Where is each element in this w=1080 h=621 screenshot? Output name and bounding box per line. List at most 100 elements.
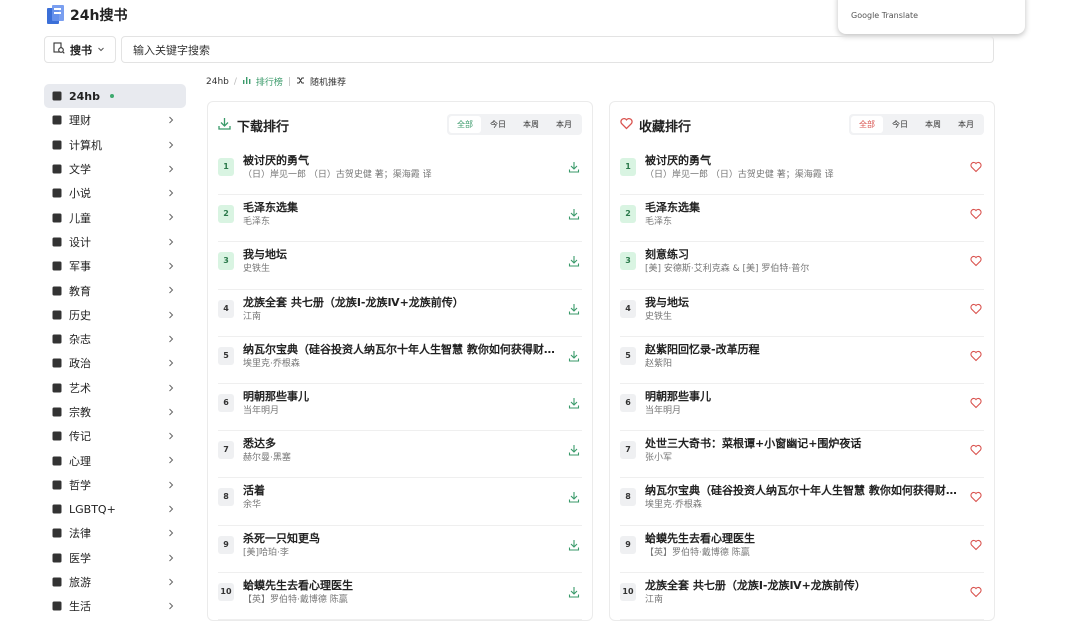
list-item[interactable]: 2 毛泽东选集 毛泽东 <box>620 195 984 243</box>
sidebar-item[interactable]: 医学 <box>44 546 186 570</box>
book-title[interactable]: 赵紫阳回忆录-改革历程 <box>645 341 963 357</box>
list-item[interactable]: 6 明朝那些事儿 当年明月 <box>620 384 984 432</box>
tab-month[interactable]: 本月 <box>548 116 580 133</box>
list-item[interactable]: 10 龙族全套 共七册（龙族Ⅰ-龙族Ⅳ+龙族前传） 江南 <box>620 573 984 620</box>
sidebar-item[interactable]: 计算机 <box>44 133 186 157</box>
download-icon[interactable] <box>568 252 580 267</box>
book-title[interactable]: 毛泽东选集 <box>243 199 561 215</box>
heart-icon[interactable] <box>970 347 982 362</box>
book-title[interactable]: 明朝那些事儿 <box>243 388 561 404</box>
sidebar-item[interactable]: 小说 <box>44 181 186 205</box>
sidebar-item[interactable]: 历史 <box>44 303 186 327</box>
heart-icon[interactable] <box>970 536 982 550</box>
list-item[interactable]: 9 蛤蟆先生去看心理医生 【英】罗伯特·戴博德 陈赢 <box>620 526 984 573</box>
heart-icon[interactable] <box>970 441 982 456</box>
breadcrumb-ranking[interactable]: 排行榜 <box>256 75 283 88</box>
book-title[interactable]: 龙族全套 共七册（龙族Ⅰ-龙族Ⅳ+龙族前传） <box>243 294 561 310</box>
list-item[interactable]: 7 悉达多 赫尔曼·黑塞 <box>218 431 582 479</box>
sidebar-item[interactable]: 设计 <box>44 230 186 254</box>
download-icon[interactable] <box>568 300 580 315</box>
heart-icon[interactable] <box>970 205 982 220</box>
search-input[interactable]: 输入关键字搜索 <box>121 36 994 63</box>
download-icon[interactable] <box>568 488 580 503</box>
logo[interactable]: 24h搜书 <box>46 4 127 26</box>
doctor-icon <box>50 551 63 564</box>
list-item[interactable]: 2 毛泽东选集 毛泽东 <box>218 195 582 243</box>
list-item[interactable]: 3 刻意练习 [美] 安德斯·艾利克森 & [美] 罗伯特·普尔 <box>620 242 984 290</box>
list-item[interactable]: 5 赵紫阳回忆录-改革历程 赵紫阳 <box>620 337 984 384</box>
book-title[interactable]: 纳瓦尔宝典（硅谷投资人纳瓦尔十年人生智慧 教你如何获得财富与幸福） <box>645 482 963 498</box>
book-title[interactable]: 毛泽东选集 <box>645 199 963 215</box>
tab-month[interactable]: 本月 <box>950 116 982 133</box>
sidebar-item[interactable]: 文学 <box>44 157 186 181</box>
heart-icon[interactable] <box>970 158 982 173</box>
sidebar-item[interactable]: 艺术 <box>44 376 186 400</box>
download-icon[interactable] <box>568 347 580 362</box>
book-title[interactable]: 我与地坛 <box>243 246 561 262</box>
sidebar-item[interactable]: 儿童 <box>44 205 186 229</box>
list-item[interactable]: 10 蛤蟆先生去看心理医生 【英】罗伯特·戴博德 陈赢 <box>218 573 582 620</box>
book-title[interactable]: 处世三大奇书：菜根谭+小窗幽记+围炉夜话 <box>645 435 963 451</box>
google-translate-popup[interactable]: Google Translate <box>838 0 1025 34</box>
sidebar-item[interactable]: 宗教 <box>44 400 186 424</box>
book-title[interactable]: 蛤蟆先生去看心理医生 <box>645 530 963 546</box>
sidebar-item[interactable]: 传记 <box>44 424 186 448</box>
download-icon[interactable] <box>568 394 580 409</box>
sidebar-item[interactable]: 法律 <box>44 521 186 545</box>
heart-icon[interactable] <box>970 583 982 597</box>
tab-today[interactable]: 今日 <box>884 116 916 133</box>
book-title[interactable]: 纳瓦尔宝典（硅谷投资人纳瓦尔十年人生智慧 教你如何获得财富与幸福） <box>243 341 561 357</box>
sidebar-item[interactable]: 教育 <box>44 278 186 302</box>
book-title[interactable]: 刻意练习 <box>645 246 963 262</box>
search-type-select[interactable]: 搜书 <box>44 36 116 63</box>
download-icon[interactable] <box>568 441 580 456</box>
book-title[interactable]: 被讨厌的勇气 <box>645 152 963 168</box>
sidebar-item[interactable]: 政治 <box>44 351 186 375</box>
list-item[interactable]: 8 纳瓦尔宝典（硅谷投资人纳瓦尔十年人生智慧 教你如何获得财富与幸福） 埃里克·乔根… <box>620 478 984 526</box>
book-title[interactable]: 悉达多 <box>243 435 561 451</box>
heart-icon[interactable] <box>970 394 982 409</box>
heart-icon[interactable] <box>970 252 982 267</box>
list-item[interactable]: 1 被讨厌的勇气 （日）岸见一郎 （日）古贺史健 著；渠海霞 译 <box>218 148 582 196</box>
sidebar-item[interactable]: 生活 <box>44 594 186 618</box>
tab-week[interactable]: 本周 <box>917 116 949 133</box>
heart-icon <box>620 117 633 134</box>
tab-today[interactable]: 今日 <box>482 116 514 133</box>
tab-all[interactable]: 全部 <box>449 116 481 133</box>
download-icon[interactable] <box>568 205 580 220</box>
download-icon <box>218 117 231 134</box>
breadcrumb-random[interactable]: 随机推荐 <box>310 75 346 88</box>
list-item[interactable]: 9 杀死一只知更鸟 [美]哈珀·李 <box>218 526 582 573</box>
download-icon[interactable] <box>568 158 580 173</box>
book-title[interactable]: 活着 <box>243 482 561 498</box>
download-icon[interactable] <box>568 583 580 598</box>
list-item[interactable]: 3 我与地坛 史铁生 <box>218 242 582 290</box>
sidebar-item[interactable]: 军事 <box>44 254 186 278</box>
list-item[interactable]: 4 我与地坛 史铁生 <box>620 290 984 337</box>
sidebar-item[interactable]: 24hb <box>44 84 186 109</box>
list-item[interactable]: 8 活着 余华 <box>218 478 582 526</box>
breadcrumb-home[interactable]: 24hb <box>206 77 229 87</box>
list-item[interactable]: 7 处世三大奇书：菜根谭+小窗幽记+围炉夜话 张小军 <box>620 431 984 479</box>
tab-week[interactable]: 本周 <box>515 116 547 133</box>
book-title[interactable]: 杀死一只知更鸟 <box>243 530 561 546</box>
list-item[interactable]: 6 明朝那些事儿 当年明月 <box>218 384 582 432</box>
sidebar-item[interactable]: LGBTQ+ <box>44 497 186 521</box>
tab-all[interactable]: 全部 <box>851 116 883 133</box>
sidebar-item[interactable]: 哲学 <box>44 473 186 497</box>
heart-icon[interactable] <box>970 300 982 314</box>
list-item[interactable]: 4 龙族全套 共七册（龙族Ⅰ-龙族Ⅳ+龙族前传） 江南 <box>218 290 582 337</box>
sidebar-item[interactable]: 杂志 <box>44 327 186 351</box>
download-icon[interactable] <box>568 536 580 551</box>
book-title[interactable]: 被讨厌的勇气 <box>243 152 561 168</box>
sidebar-item[interactable]: 旅游 <box>44 570 186 594</box>
heart-icon[interactable] <box>970 488 982 503</box>
sidebar-item[interactable]: 心理 <box>44 448 186 472</box>
book-title[interactable]: 龙族全套 共七册（龙族Ⅰ-龙族Ⅳ+龙族前传） <box>645 577 963 593</box>
list-item[interactable]: 5 纳瓦尔宝典（硅谷投资人纳瓦尔十年人生智慧 教你如何获得财富与幸福）埃里克·乔根… <box>218 337 582 384</box>
list-item[interactable]: 1 被讨厌的勇气 （日）岸见一郎 （日）古贺史健 著；渠海霞 译 <box>620 148 984 196</box>
book-title[interactable]: 我与地坛 <box>645 294 963 310</box>
book-title[interactable]: 明朝那些事儿 <box>645 388 963 404</box>
book-title[interactable]: 蛤蟆先生去看心理医生 <box>243 577 561 593</box>
sidebar-item[interactable]: 理财 <box>44 108 186 132</box>
